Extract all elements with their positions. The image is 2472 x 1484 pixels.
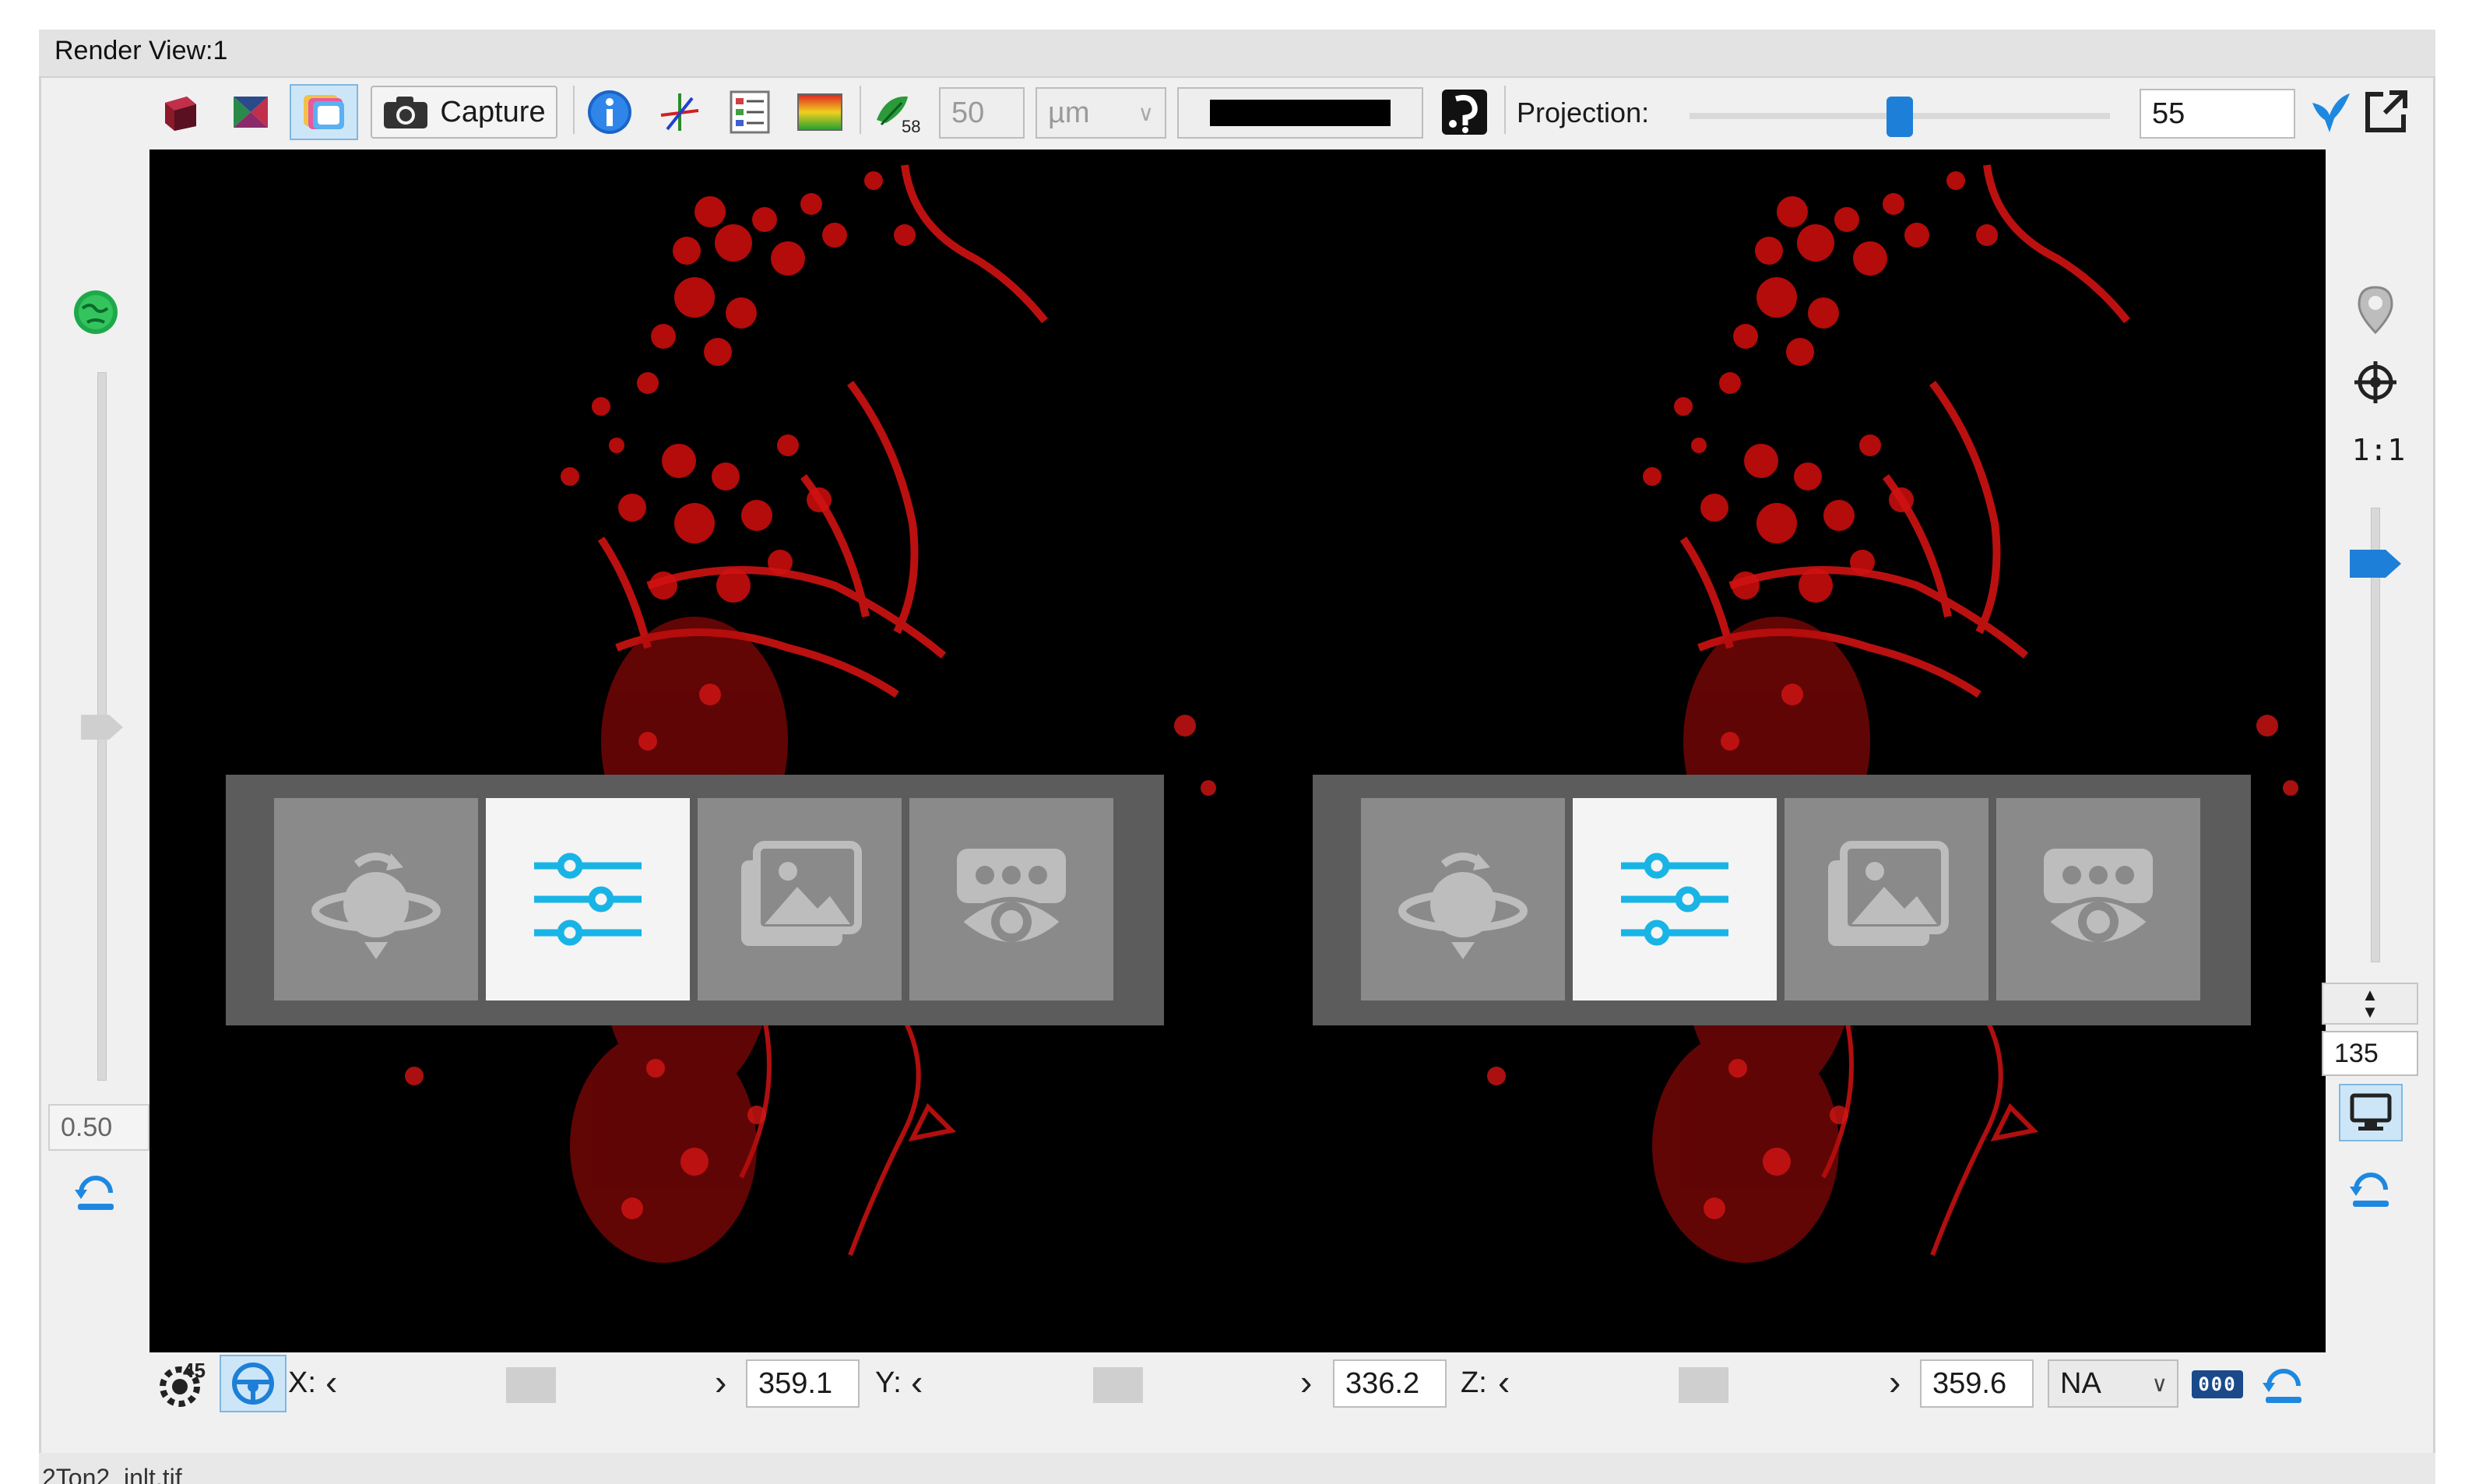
overlay-settings-button[interactable]	[1573, 798, 1777, 1000]
chevron-down-icon: ∨	[2151, 1371, 2168, 1396]
camera-mode-icon[interactable]	[1437, 87, 1492, 137]
z-slider-thumb[interactable]	[1679, 1367, 1728, 1403]
info-icon[interactable]	[584, 87, 635, 137]
y-slider-thumb[interactable]	[1093, 1367, 1143, 1403]
capture-button[interactable]: Capture	[371, 86, 557, 139]
capture-label: Capture	[440, 95, 546, 128]
axes-icon[interactable]	[654, 87, 705, 137]
globe-icon[interactable]	[69, 285, 123, 339]
volume-render-icon[interactable]	[156, 87, 206, 137]
pin-icon[interactable]	[2351, 282, 2400, 338]
spinner-down-icon[interactable]: ▼	[2361, 1004, 2379, 1021]
settings-sliders-icon	[1621, 853, 1728, 946]
right-vertical-slider-thumb[interactable]	[2350, 547, 2401, 581]
counter-icon[interactable]: 000	[2188, 1361, 2247, 1408]
value-spinner[interactable]: ▲ ▼	[2322, 983, 2418, 1025]
bird-icon[interactable]	[2306, 84, 2356, 139]
overlay-image-button[interactable]	[698, 798, 902, 1000]
x-decrement-arrow[interactable]: ‹	[325, 1361, 337, 1403]
status-bar: 2Ton2_inlt.tif	[39, 1453, 2435, 1484]
x-slider-thumb[interactable]	[506, 1367, 556, 1403]
status-file-name: 2Ton2_inlt.tif	[42, 1464, 182, 1484]
x-increment-arrow[interactable]: ›	[715, 1361, 726, 1403]
overlay-settings-button[interactable]	[486, 798, 690, 1000]
projection-label: Projection:	[1517, 97, 1650, 128]
legend-list-icon[interactable]	[724, 87, 775, 137]
spinner-up-icon[interactable]: ▲	[2361, 986, 2379, 1004]
angle-text: 45	[183, 1359, 206, 1382]
title-bar	[39, 30, 2435, 78]
settings-sliders-icon	[534, 853, 642, 946]
mip-render-icon[interactable]	[226, 87, 276, 137]
right-reset-icon[interactable]	[2344, 1160, 2398, 1215]
scale-length-input[interactable]: 50	[939, 87, 1025, 139]
y-label: Y:	[875, 1366, 902, 1399]
z-decrement-arrow[interactable]: ‹	[1498, 1361, 1510, 1403]
overlay-image-button[interactable]	[1785, 798, 1989, 1000]
scale-unit-value: µm	[1048, 96, 1090, 129]
rotation-angle-icon[interactable]: 45	[153, 1356, 210, 1411]
camera-icon	[384, 97, 428, 128]
counter-icon-text: 000	[2192, 1370, 2243, 1398]
left-reset-icon[interactable]	[69, 1163, 123, 1218]
x-value-input[interactable]: 359.1	[746, 1359, 860, 1408]
volume-render-image	[149, 149, 2326, 1352]
color-map-icon[interactable]	[793, 87, 847, 137]
overlay-toolbar-right	[1313, 775, 2251, 1025]
x-label: X:	[288, 1366, 316, 1399]
svg-text:58: 58	[902, 117, 920, 135]
projection-slider-thumb[interactable]	[1887, 97, 1913, 137]
image-gallery-icon	[741, 841, 862, 946]
y-value-input[interactable]: 336.2	[1333, 1359, 1447, 1408]
overlay-view-button[interactable]	[1996, 798, 2200, 1000]
display-monitor-icon[interactable]	[2339, 1084, 2403, 1141]
y-decrement-arrow[interactable]: ‹	[911, 1361, 923, 1403]
left-vertical-slider-thumb[interactable]	[81, 712, 123, 743]
overlay-rotate-button[interactable]	[1361, 798, 1565, 1000]
z-value-input[interactable]: 359.6	[1920, 1359, 2034, 1408]
overlay-toolbar-left	[226, 775, 1164, 1025]
mode-value: NA	[2060, 1366, 2101, 1400]
overlay-view-button[interactable]	[909, 798, 1113, 1000]
scale-unit-select[interactable]: µm ∨	[1036, 87, 1166, 139]
left-value-field[interactable]: 0.50	[48, 1104, 149, 1151]
background-color-button[interactable]	[1177, 87, 1423, 139]
target-icon[interactable]	[2348, 355, 2403, 410]
y-increment-arrow[interactable]: ›	[1300, 1361, 1312, 1403]
zoom-ratio-label[interactable]: 1:1	[2344, 433, 2414, 467]
z-label: Z:	[1461, 1366, 1487, 1399]
overlay-rotate-button[interactable]	[274, 798, 478, 1000]
rotate-orbit-icon	[311, 853, 441, 959]
mode-select[interactable]: NA ∨	[2048, 1359, 2178, 1408]
camera-eye-icon	[956, 849, 1067, 947]
right-value-field[interactable]: 135	[2322, 1031, 2418, 1076]
z-increment-arrow[interactable]: ›	[1889, 1361, 1901, 1403]
render-canvas[interactable]	[149, 149, 2326, 1352]
rotate-orbit-icon	[1398, 853, 1528, 959]
camera-eye-icon	[2043, 849, 2154, 947]
chevron-down-icon: ∨	[1138, 100, 1155, 125]
background-color-swatch	[1210, 100, 1391, 126]
pop-out-icon[interactable]	[2361, 86, 2412, 137]
bottom-reset-icon[interactable]	[2256, 1356, 2311, 1411]
projection-value-input[interactable]: 55	[2140, 89, 2295, 139]
layer-render-icon[interactable]	[290, 84, 358, 140]
scale-bar-icon[interactable]: 58	[869, 87, 927, 137]
steering-wheel-icon[interactable]	[220, 1355, 287, 1412]
image-gallery-icon	[1828, 841, 1949, 946]
window-title: Render View:1	[55, 36, 228, 65]
